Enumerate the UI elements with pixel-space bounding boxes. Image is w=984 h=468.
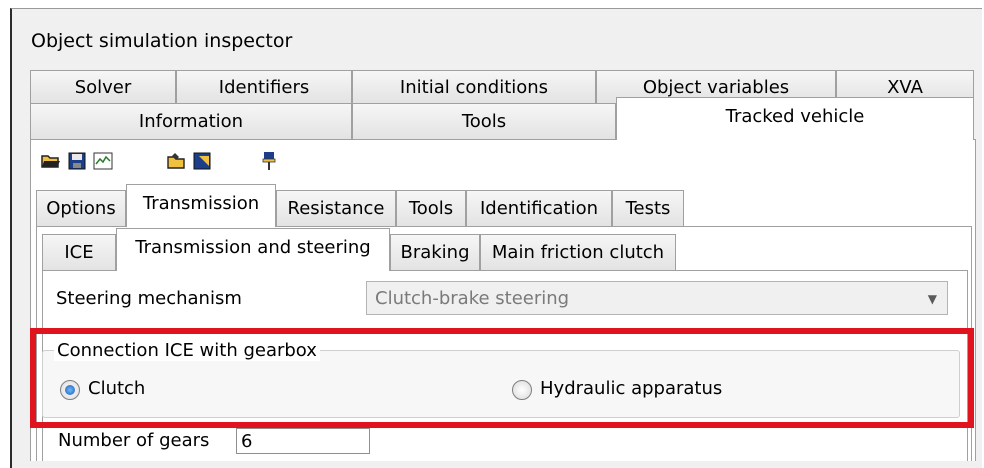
open-folder-icon[interactable] bbox=[40, 150, 62, 172]
tab-transmission[interactable]: Transmission bbox=[126, 184, 276, 227]
steering-mechanism-select[interactable]: Clutch-brake steering ▼ bbox=[366, 281, 948, 315]
tab-tools-top[interactable]: Tools bbox=[352, 103, 616, 139]
tab-identification[interactable]: Identification bbox=[466, 190, 612, 226]
highlight-box bbox=[30, 328, 974, 428]
tab-information[interactable]: Information bbox=[30, 103, 352, 139]
export-icon[interactable] bbox=[192, 150, 214, 172]
tab-identifiers[interactable]: Identifiers bbox=[176, 70, 352, 103]
number-of-gears-input[interactable]: 6 bbox=[236, 428, 370, 454]
number-of-gears-label: Number of gears bbox=[58, 430, 210, 451]
save-icon[interactable] bbox=[66, 150, 88, 172]
tab-solver[interactable]: Solver bbox=[30, 70, 176, 103]
pin-icon[interactable] bbox=[258, 150, 280, 172]
chevron-down-icon: ▼ bbox=[927, 292, 937, 306]
tab-main-friction-clutch[interactable]: Main friction clutch bbox=[480, 234, 676, 270]
window-title: Object simulation inspector bbox=[31, 30, 293, 52]
chart-icon[interactable] bbox=[92, 150, 114, 172]
tab-ice[interactable]: ICE bbox=[42, 234, 116, 270]
tab-initial-conditions[interactable]: Initial conditions bbox=[352, 70, 596, 103]
tab-tools-mid[interactable]: Tools bbox=[396, 190, 466, 226]
steering-mechanism-label: Steering mechanism bbox=[56, 288, 242, 309]
tab-resistance[interactable]: Resistance bbox=[276, 190, 396, 226]
steering-mechanism-value: Clutch-brake steering bbox=[375, 287, 570, 309]
folder-edit-icon[interactable] bbox=[166, 150, 188, 172]
tab-transmission-and-steering[interactable]: Transmission and steering bbox=[116, 228, 390, 271]
tab-braking[interactable]: Braking bbox=[390, 234, 480, 270]
tab-tests[interactable]: Tests bbox=[612, 190, 684, 226]
tab-tracked-vehicle[interactable]: Tracked vehicle bbox=[616, 97, 974, 140]
tab-options[interactable]: Options bbox=[36, 190, 126, 226]
